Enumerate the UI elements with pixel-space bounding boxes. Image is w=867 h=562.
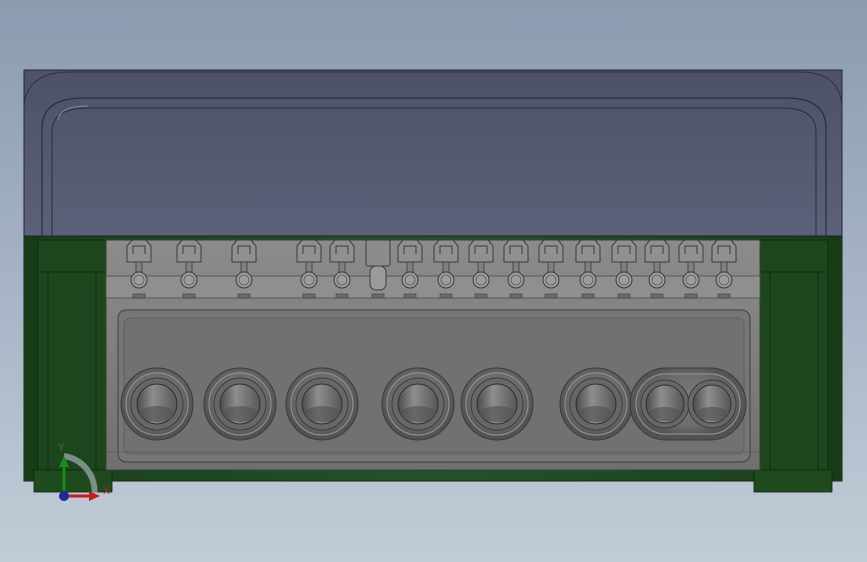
cable-gland[interactable]	[381, 367, 455, 441]
cable-gland[interactable]	[460, 367, 534, 441]
x-axis-label: X	[103, 486, 110, 497]
double-cable-gland[interactable]	[629, 367, 747, 441]
y-axis-label: Y	[58, 442, 65, 453]
enclosure-cover[interactable]	[23, 69, 843, 237]
cable-gland[interactable]	[559, 367, 633, 441]
coordinate-triad	[44, 440, 124, 510]
enclosure-model[interactable]	[0, 0, 867, 562]
cable-gland[interactable]	[120, 367, 194, 441]
cad-viewport[interactable]: Y X	[0, 0, 867, 562]
z-axis-dot	[59, 491, 69, 501]
cable-gland-row[interactable]	[120, 367, 747, 441]
axis-triad-graphic	[59, 453, 100, 501]
cable-gland[interactable]	[203, 367, 277, 441]
cable-gland[interactable]	[285, 367, 359, 441]
